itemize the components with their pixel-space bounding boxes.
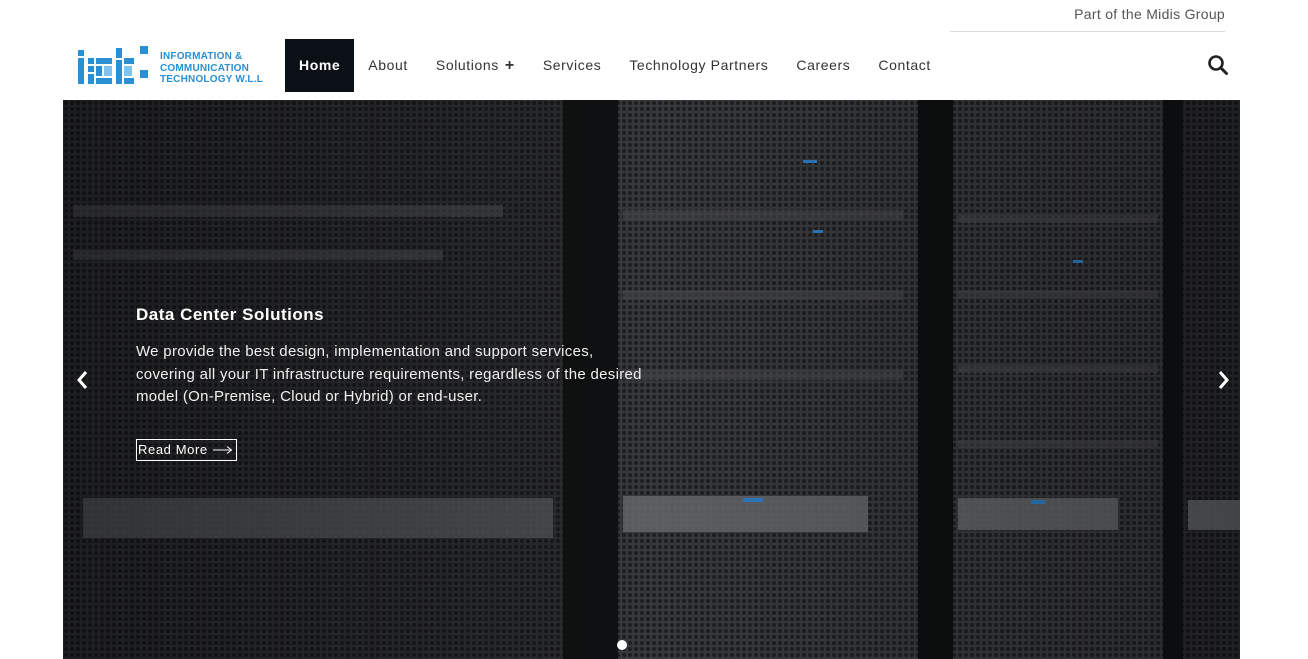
nav-label-solutions: Solutions (435, 57, 499, 73)
nav-item-contact[interactable]: Contact (864, 39, 944, 92)
chevron-left-icon[interactable] (73, 368, 93, 392)
nav-item-about[interactable]: About (354, 39, 422, 92)
plus-icon: + (504, 57, 515, 74)
logo-line-2: COMMUNICATION (160, 62, 250, 74)
nav-label-contact: Contact (878, 57, 931, 73)
nav-item-services[interactable]: Services (529, 39, 615, 92)
slider-dot-active[interactable] (617, 640, 627, 650)
ict-logo-mark (78, 46, 148, 84)
main-nav: Home About Solutions + Services Technolo… (285, 39, 945, 92)
logo-line-1: INFORMATION & (160, 51, 243, 62)
arrow-right-icon (212, 446, 233, 454)
nav-label-about: About (368, 57, 408, 73)
nav-label-services: Services (542, 57, 602, 73)
hero-title: Data Center Solutions (136, 305, 325, 324)
chevron-right-icon[interactable] (1213, 368, 1233, 392)
nav-item-technology-partners[interactable]: Technology Partners (615, 39, 782, 92)
group-affiliation-text: Part of the Midis Group (1074, 6, 1225, 22)
nav-item-solutions[interactable]: Solutions + (422, 39, 529, 92)
company-logo[interactable]: INFORMATION & COMMUNICATION TECHNOLOGY W… (78, 42, 263, 86)
nav-item-careers[interactable]: Careers (782, 39, 864, 92)
read-more-label: Read More (138, 442, 208, 457)
logo-text: INFORMATION & COMMUNICATION TECHNOLOGY W… (160, 51, 263, 86)
search-icon[interactable] (1207, 54, 1229, 76)
nav-item-home[interactable]: Home (285, 39, 355, 92)
nav-label-technology-partners: Technology Partners (629, 57, 769, 73)
logo-line-3: TECHNOLOGY W.L.L (160, 74, 264, 85)
read-more-button[interactable]: Read More (136, 439, 237, 461)
nav-label-home: Home (299, 57, 341, 73)
top-bar: Part of the Midis Group (950, 0, 1225, 32)
hero-description: We provide the best design, implementati… (136, 343, 642, 405)
hero-slider: Data Center Solutions We provide the bes… (63, 100, 1240, 659)
nav-label-careers: Careers (796, 57, 851, 73)
